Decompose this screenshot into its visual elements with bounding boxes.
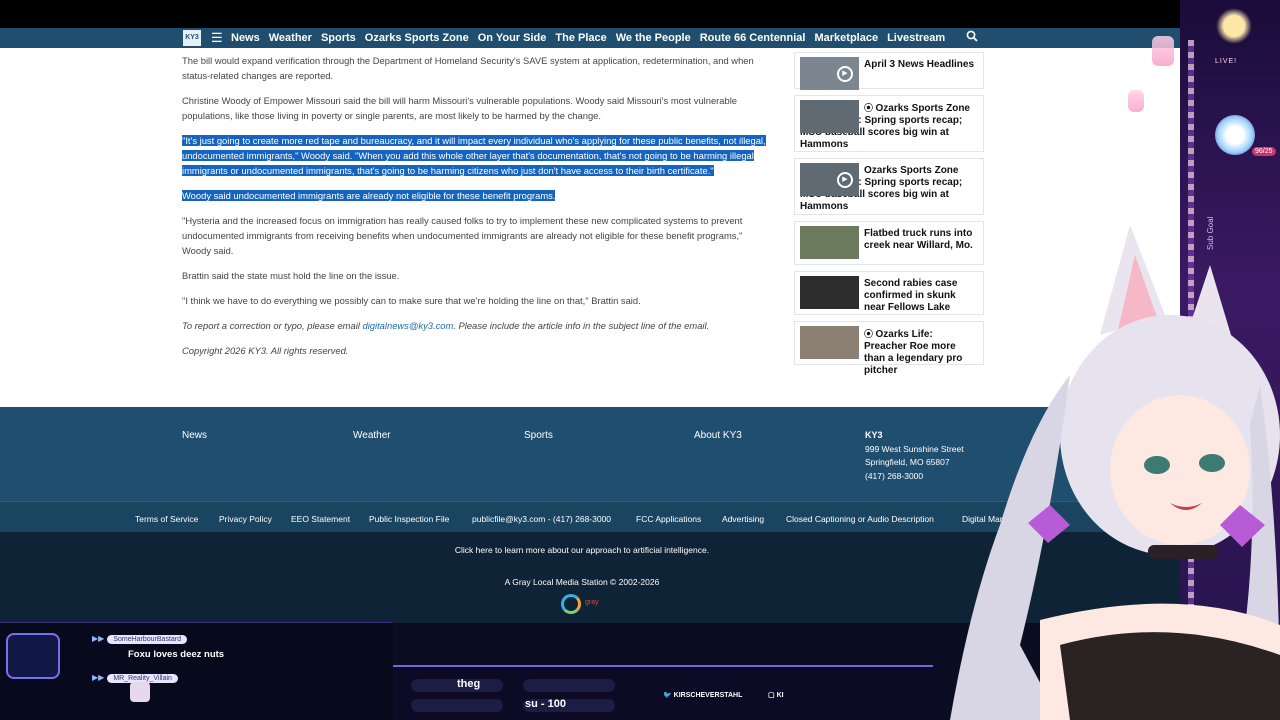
twitter-handle: 🐦 KIRSCHEVERSTAHL (663, 691, 742, 699)
nav-link-news[interactable]: News (231, 32, 260, 44)
stream-top-bar (0, 0, 1280, 28)
lantern-icon (1128, 90, 1144, 112)
search-icon[interactable] (966, 30, 978, 45)
email-link[interactable]: digitalnews@ky3.com (362, 320, 453, 331)
play-icon: ▶ (837, 66, 853, 82)
footer-link-news[interactable]: News (182, 430, 207, 441)
video-thumbnail (800, 226, 859, 259)
video-thumbnail: ▶ (800, 57, 859, 90)
gift-box-icon (6, 633, 60, 679)
chat-message: ▶▶ SomeHarbourBastard Foxu loves deez nut… (92, 628, 224, 660)
live-label: LIVE! (1215, 58, 1238, 65)
nav-link-marketplace[interactable]: Marketplace (814, 32, 878, 44)
pill-text: su - 100 (525, 698, 566, 710)
eeo-link[interactable]: EEO Statement (291, 514, 350, 524)
stream-bottom-bar: theg su - 100 🐦 KIRSCHEVERSTAHL ▢ KI (393, 665, 933, 720)
star-decoration-icon (1212, 6, 1256, 46)
nav-link-on-your-side[interactable]: On Your Side (478, 32, 547, 44)
nav-link-the-place[interactable]: The Place (555, 32, 606, 44)
chat-username: SomeHarbourBastard (107, 635, 188, 644)
public-file-email-link[interactable]: publicfile@ky3.com - (417) 268-3000 (472, 514, 611, 524)
video-thumbnail (800, 276, 859, 309)
footer-link-weather[interactable]: Weather (353, 430, 391, 441)
play-circle-icon: ⦿ (864, 329, 876, 339)
nav-link-ozarks-sports-zone[interactable]: Ozarks Sports Zone (365, 32, 469, 44)
stream-pill: theg (411, 678, 503, 692)
public-file-link[interactable]: Public Inspection File (369, 514, 449, 524)
lantern-icon (1152, 36, 1174, 66)
paragraph: Christine Woody of Empower Missouri said… (182, 95, 738, 121)
video-card[interactable]: ▶ April 3 News Headlines (794, 52, 984, 90)
terms-link[interactable]: Terms of Service (135, 514, 198, 524)
twitter-icon: 🐦 (663, 692, 674, 699)
advertising-link[interactable]: Advertising (722, 514, 764, 524)
moon-orb-icon (1215, 115, 1255, 155)
nav-link-weather[interactable]: Weather (269, 32, 312, 44)
gray-logo-text: gray (585, 599, 599, 606)
footer-link-about[interactable]: About KY3 (694, 430, 742, 441)
arrow-icon: ▶▶ (92, 634, 105, 643)
correction-note: To report a correction or typo, please e… (182, 318, 772, 333)
chat-text: Foxu loves deez nuts (128, 649, 225, 660)
stream-pill: su - 100 (523, 698, 615, 712)
station-name: KY3 (865, 430, 883, 440)
nav-link-livestream[interactable]: Livestream (887, 32, 945, 44)
chat-avatar (130, 682, 150, 702)
paragraph: The bill would expand verification throu… (182, 55, 754, 81)
nav-link-route-66[interactable]: Route 66 Centennial (700, 32, 806, 44)
copyright: Copyright 2026 KY3. All rights reserved. (182, 345, 349, 356)
sub-count: 96/25 (1252, 147, 1276, 156)
paragraph: "I think we have to do everything we pos… (182, 295, 641, 306)
video-card[interactable]: ▶ Ozarks Sports Zone Digital Extra: Spri… (794, 158, 984, 215)
video-thumbnail: ▶ (800, 163, 859, 196)
video-thumbnail (800, 100, 859, 133)
footer-link-sports[interactable]: Sports (524, 430, 553, 441)
pill-text: theg (457, 678, 481, 690)
vtuber-avatar (950, 225, 1280, 720)
privacy-link[interactable]: Privacy Policy (219, 514, 272, 524)
play-icon: ▶ (837, 172, 853, 188)
stream-chat: ▶▶ SomeHarbourBastard Foxu loves deez nut… (0, 622, 393, 720)
social-handle: ▢ KI (768, 691, 784, 699)
highlighted-quote: "It's just going to create more red tape… (182, 133, 772, 178)
hamburger-menu-icon[interactable]: ☰ (211, 30, 225, 46)
paragraph: Brattin said the state must hold the lin… (182, 270, 400, 281)
highlighted-paragraph: Woody said undocumented immigrants are a… (182, 188, 772, 203)
ky3-logo[interactable]: KY3 (183, 30, 201, 46)
paragraph: "Hysteria and the increased focus on imm… (182, 215, 743, 256)
fcc-link[interactable]: FCC Applications (636, 514, 701, 524)
correction-text-end: . Please include the article info in the… (453, 320, 710, 331)
article-body: The bill would expand verification throu… (182, 53, 772, 368)
video-thumbnail (800, 326, 859, 359)
stream-pill (523, 679, 615, 692)
selected-text: Woody said undocumented immigrants are a… (182, 190, 556, 201)
gray-logo[interactable] (561, 594, 581, 614)
captioning-link[interactable]: Closed Captioning or Audio Description (786, 514, 934, 524)
video-card[interactable]: ⦿ Ozarks Sports Zone Digital Extra: Spri… (794, 95, 984, 152)
stream-pill (411, 699, 503, 712)
arrow-icon: ▶▶ (92, 673, 105, 682)
site-navigation: KY3 ☰ News Weather Sports Ozarks Sports … (0, 28, 1180, 48)
correction-text: To report a correction or typo, please e… (182, 320, 363, 331)
twitter-handle-text: KIRSCHEVERSTAHL (673, 692, 743, 699)
nav-link-sports[interactable]: Sports (321, 32, 356, 44)
phone[interactable]: (417) 268-3000 (865, 471, 923, 481)
social-handle-text: KI (776, 692, 784, 699)
nav-link-we-the-people[interactable]: We the People (616, 32, 691, 44)
selected-text: "It's just going to create more red tape… (182, 135, 766, 176)
play-circle-icon: ⦿ (864, 103, 876, 113)
chat-bubble-icon: ▢ (768, 692, 777, 699)
